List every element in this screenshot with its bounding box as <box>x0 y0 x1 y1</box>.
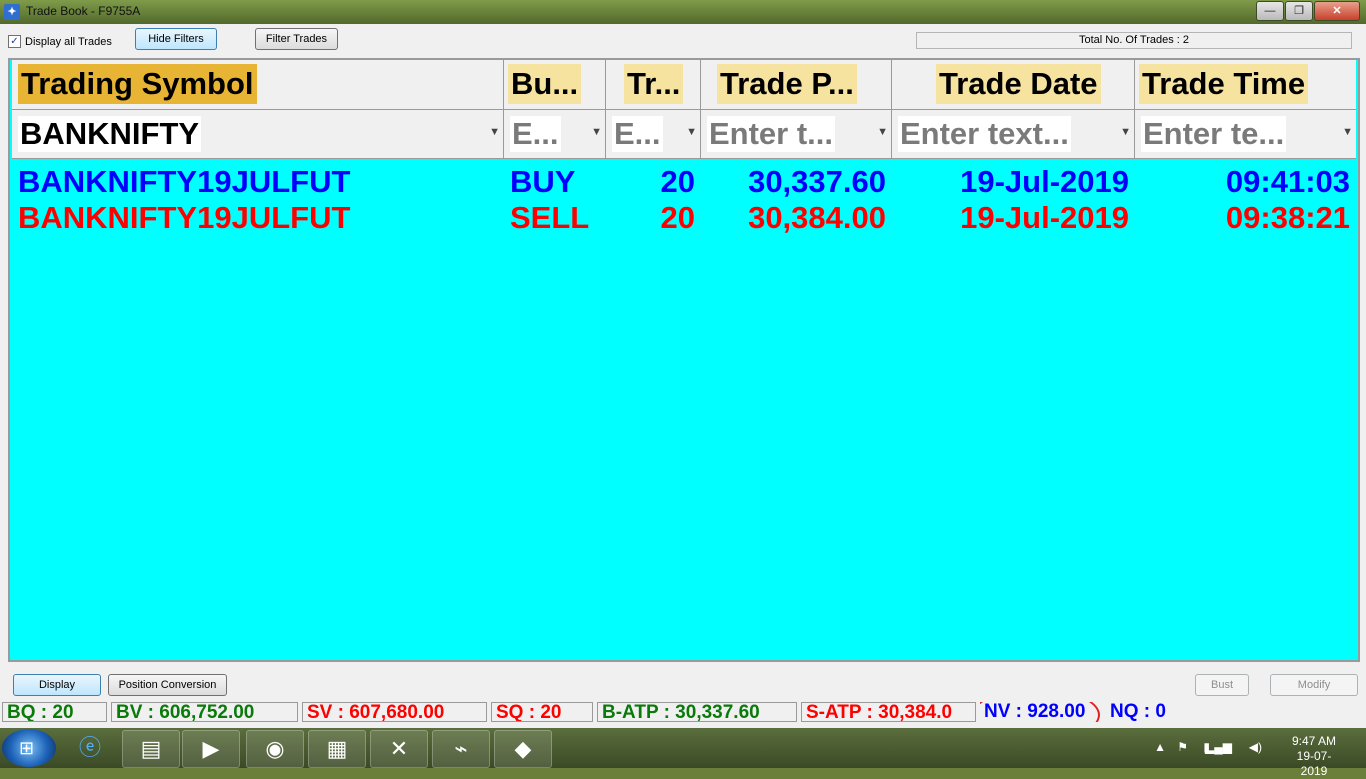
window-title: Trade Book - F9755A <box>26 4 141 18</box>
filter-trades-button[interactable]: Filter Trades <box>255 28 338 50</box>
summary-status-bar: BQ : 20 BV : 606,752.00 SV : 607,680.00 … <box>2 702 1362 724</box>
trading-terminal-icon[interactable]: ◆ <box>494 730 552 768</box>
volume-icon[interactable]: ◀) <box>1249 740 1262 754</box>
checkbox-check-icon[interactable]: ✓ <box>8 35 21 48</box>
total-trades-count: Total No. Of Trades : 2 <box>916 32 1352 49</box>
status-buy-quantity: BQ : 20 <box>2 702 107 722</box>
highlight-annotation-circle <box>980 702 1100 722</box>
table-row[interactable]: BANKNIFTY19JULFUT BUY 20 30,337.60 19-Ju… <box>12 164 1356 200</box>
filter-cell-buy-sell: E... ▼ <box>504 110 606 158</box>
status-buy-value: BV : 606,752.00 <box>111 702 298 722</box>
column-header-trading-symbol[interactable]: Trading Symbol <box>12 60 504 109</box>
filter-input-trading-symbol[interactable]: BANKNIFTY <box>18 116 202 152</box>
cell-buy-sell: SELL <box>510 200 590 235</box>
filter-cell-trade-price: Enter t... ▼ <box>701 110 892 158</box>
clock-date: 19-07-2019 <box>1296 749 1332 778</box>
file-explorer-icon[interactable]: ▤ <box>122 730 180 768</box>
status-sell-value: SV : 607,680.00 <box>302 702 487 722</box>
pdf-reader-icon[interactable]: ⌁ <box>432 730 490 768</box>
network-icon[interactable]: ▂▄▆ <box>1205 740 1232 754</box>
hide-filters-button[interactable]: Hide Filters <box>135 28 217 50</box>
taskbar: ⊞ ⓔ ▤ ▶ ◉ ▦ ✕ ⌁ ◆ ▲ ⚑ ▮ ▂▄▆ ◀) 9:47 AM 1… <box>0 728 1366 778</box>
modify-button[interactable]: Modify <box>1270 674 1358 696</box>
cell-buy-sell: BUY <box>510 164 576 199</box>
position-conversion-button[interactable]: Position Conversion <box>108 674 227 696</box>
cell-trade-qty: 20 <box>660 200 695 235</box>
filter-cell-trading-symbol: BANKNIFTY ▼ <box>12 110 504 158</box>
status-sell-atp: S-ATP : 30,384.0 <box>801 702 976 722</box>
filter-cell-trade-time: Enter te... ▼ <box>1135 110 1356 158</box>
funnel-icon[interactable]: ▼ <box>686 126 697 138</box>
close-button[interactable]: ✕ <box>1314 1 1360 21</box>
status-net-quantity: NQ : 0 <box>1110 702 1166 722</box>
filter-input-trade-time[interactable]: Enter te... <box>1141 116 1287 152</box>
filter-input-trade-date[interactable]: Enter text... <box>898 116 1071 152</box>
top-toolbar: ✓ Display all Trades Hide Filters Filter… <box>0 24 1366 56</box>
bust-button[interactable]: Bust <box>1195 674 1249 696</box>
bottom-toolbar: Display Position Conversion Bust Modify <box>0 668 1366 696</box>
column-header-trade-time[interactable]: Trade Time <box>1135 60 1356 109</box>
cell-trade-price: 30,384.00 <box>748 200 886 235</box>
filter-input-trade-qty[interactable]: E... <box>612 116 663 152</box>
internet-explorer-icon[interactable]: ⓔ <box>62 730 118 766</box>
display-all-trades-label: Display all Trades <box>25 35 112 48</box>
table-row[interactable]: BANKNIFTY19JULFUT SELL 20 30,384.00 19-J… <box>12 200 1356 236</box>
grid-rows: BANKNIFTY19JULFUT BUY 20 30,337.60 19-Ju… <box>12 164 1356 236</box>
minimize-button[interactable]: — <box>1256 1 1284 21</box>
filter-input-buy-sell[interactable]: E... <box>510 116 561 152</box>
tray-expand-icon[interactable]: ▲ <box>1154 740 1166 754</box>
cell-trade-price: 30,337.60 <box>748 164 886 199</box>
funnel-icon[interactable]: ▼ <box>1342 126 1353 138</box>
grid-filter-row: BANKNIFTY ▼ E... ▼ E... ▼ Enter t... ▼ E… <box>12 110 1356 159</box>
clock-time: 9:47 AM <box>1291 734 1337 748</box>
media-player-icon[interactable]: ▶ <box>182 730 240 768</box>
funnel-icon[interactable]: ▼ <box>877 126 888 138</box>
grid-header-row: Trading Symbol Bu... Tr... Trade P... Tr… <box>12 60 1356 110</box>
trade-grid[interactable]: Trading Symbol Bu... Tr... Trade P... Tr… <box>8 58 1360 662</box>
trade-book-window: ✓ Display all Trades Hide Filters Filter… <box>0 24 1366 728</box>
calculator-icon[interactable]: ▦ <box>308 730 366 768</box>
funnel-icon[interactable]: ▼ <box>1120 126 1131 138</box>
windows-logo-icon: ⊞ <box>19 738 35 758</box>
status-net-value: NV : 928.00 <box>980 702 1102 722</box>
column-header-buy-sell[interactable]: Bu... <box>504 60 606 109</box>
system-clock[interactable]: 9:47 AM 19-07-2019 <box>1284 734 1344 779</box>
filter-cell-trade-qty: E... ▼ <box>606 110 701 158</box>
flag-icon[interactable]: ⚑ <box>1177 740 1188 754</box>
cell-trade-time: 09:41:03 <box>1225 164 1350 199</box>
display-button[interactable]: Display <box>13 674 101 696</box>
cell-trading-symbol: BANKNIFTY19JULFUT <box>18 164 351 199</box>
cell-trade-date: 19-Jul-2019 <box>960 164 1129 199</box>
status-buy-atp: B-ATP : 30,337.60 <box>597 702 797 722</box>
app-icon: ✦ <box>4 4 20 20</box>
chrome-icon[interactable]: ◉ <box>246 730 304 768</box>
filter-cell-trade-date: Enter text... ▼ <box>892 110 1135 158</box>
window-title-bar[interactable]: ✦ Trade Book - F9755A — ❐ ✕ <box>0 0 1366 24</box>
cell-trade-time: 09:38:21 <box>1225 200 1350 235</box>
cell-trade-date: 19-Jul-2019 <box>960 200 1129 235</box>
funnel-icon[interactable]: ▼ <box>591 126 602 138</box>
column-header-trade-qty[interactable]: Tr... <box>606 60 701 109</box>
column-header-trade-date[interactable]: Trade Date <box>892 60 1135 109</box>
column-header-trade-price[interactable]: Trade P... <box>701 60 892 109</box>
status-sell-quantity: SQ : 20 <box>491 702 593 722</box>
excel-icon[interactable]: ✕ <box>370 730 428 768</box>
maximize-button[interactable]: ❐ <box>1285 1 1313 21</box>
start-button[interactable]: ⊞ <box>2 729 56 767</box>
funnel-icon[interactable]: ▼ <box>489 126 500 138</box>
display-all-trades-checkbox[interactable]: ✓ Display all Trades <box>8 35 112 48</box>
filter-input-trade-price[interactable]: Enter t... <box>707 116 836 152</box>
cell-trading-symbol: BANKNIFTY19JULFUT <box>18 200 351 235</box>
cell-trade-qty: 20 <box>660 164 695 199</box>
